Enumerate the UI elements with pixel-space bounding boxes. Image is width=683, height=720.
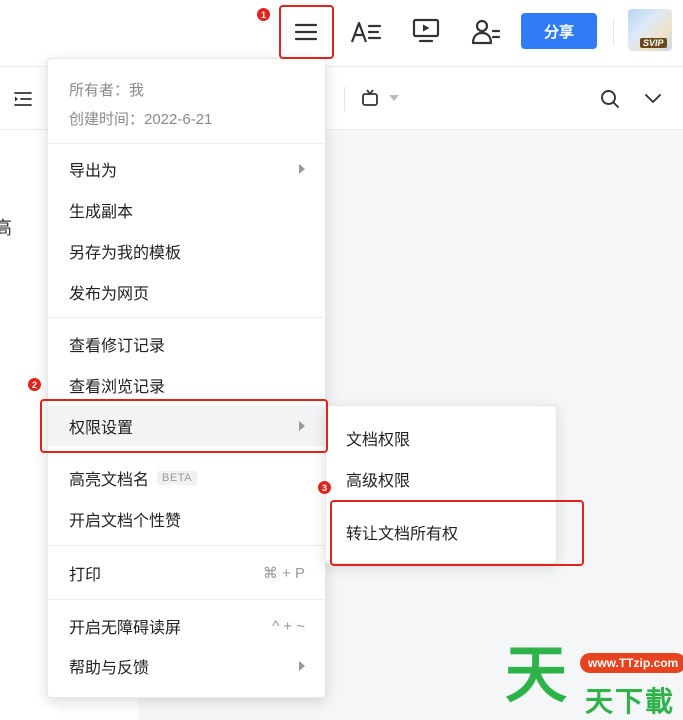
print-shortcut: ⌘ + P: [262, 565, 305, 582]
menu-divider: [48, 143, 325, 144]
menu-item-revision-history[interactable]: 查看修订记录: [48, 324, 325, 364]
annotation-box-permission: [40, 399, 328, 453]
annotation-box-transfer: [330, 500, 584, 566]
menu-item-help[interactable]: 帮助与反馈: [48, 646, 325, 686]
template-dropdown-icon[interactable]: [389, 93, 399, 103]
chevron-down-icon[interactable]: [642, 89, 664, 109]
menu-item-highlight-title[interactable]: 高亮文档名 BETA: [48, 458, 325, 498]
topbar-divider: [613, 18, 614, 46]
font-style-icon[interactable]: [346, 16, 386, 48]
present-icon[interactable]: [406, 14, 446, 48]
submenu-item-doc-permission[interactable]: 文档权限: [326, 418, 556, 458]
menu-item-label: 查看浏览记录: [69, 379, 166, 396]
menu-item-label: 导出为: [69, 163, 118, 180]
menu-divider: [48, 545, 325, 546]
annotation-badge: 3: [318, 481, 331, 494]
menu-item-label: 另存为我的模板: [69, 245, 182, 262]
watermark-text: 天下載: [585, 686, 676, 717]
watermark-url: www.TTzip.com: [580, 653, 683, 673]
menu-item-label: 查看修订记录: [69, 338, 166, 355]
outline-icon[interactable]: [12, 89, 34, 109]
menu-item-accessibility[interactable]: 开启无障碍读屏 ^ + ~: [48, 606, 325, 646]
beta-badge: BETA: [157, 471, 197, 485]
submenu-item-advanced-permission[interactable]: 高级权限: [326, 459, 556, 499]
menu-item-label: 生成副本: [69, 204, 134, 221]
share-button[interactable]: 分享: [521, 13, 597, 49]
chevron-right-icon: [299, 164, 305, 174]
menu-item-label: 开启文档个性赞: [69, 513, 182, 530]
created-time-info: 创建时间：2022-6-21: [69, 111, 213, 128]
menu-item-export[interactable]: 导出为: [48, 149, 325, 189]
menu-divider: [48, 599, 325, 600]
template-icon[interactable]: [359, 87, 381, 109]
toolbar-divider: [344, 87, 345, 111]
menu-item-publish-web[interactable]: 发布为网页: [48, 272, 325, 312]
menu-divider: [48, 317, 325, 318]
chevron-right-icon: [299, 661, 305, 671]
menu-item-label: 打印: [69, 567, 102, 584]
more-menu: 所有者：我 创建时间：2022-6-21 导出为 生成副本 另存为我的模板 发布…: [47, 58, 326, 698]
menu-item-personal-like[interactable]: 开启文档个性赞: [48, 499, 325, 539]
avatar[interactable]: SVIP: [628, 9, 672, 51]
menu-item-label: 开启无障碍读屏: [69, 620, 182, 637]
watermark-logo: 天: [505, 641, 568, 710]
accessibility-shortcut: ^ + ~: [272, 617, 305, 635]
menu-item-label: 帮助与反馈: [69, 660, 150, 677]
annotation-badge: 2: [28, 378, 41, 391]
site-watermark: 天 www.TTzip.com 天下載: [505, 640, 683, 720]
annotation-badge: 1: [257, 8, 270, 21]
menu-item-save-template[interactable]: 另存为我的模板: [48, 231, 325, 271]
document-text-fragment: 高: [0, 218, 12, 238]
menu-item-label: 发布为网页: [69, 286, 150, 303]
owner-info: 所有者：我: [69, 82, 145, 99]
menu-item-print[interactable]: 打印 ⌘ + P: [48, 553, 325, 593]
svip-badge: SVIP: [640, 38, 667, 48]
menu-item-duplicate[interactable]: 生成副本: [48, 190, 325, 230]
annotation-box-menu: [279, 5, 334, 59]
search-icon[interactable]: [598, 87, 622, 111]
menu-item-label: 高亮文档名: [69, 472, 150, 489]
collaborator-icon[interactable]: [466, 15, 506, 49]
top-bar: 分享 SVIP: [0, 0, 683, 67]
